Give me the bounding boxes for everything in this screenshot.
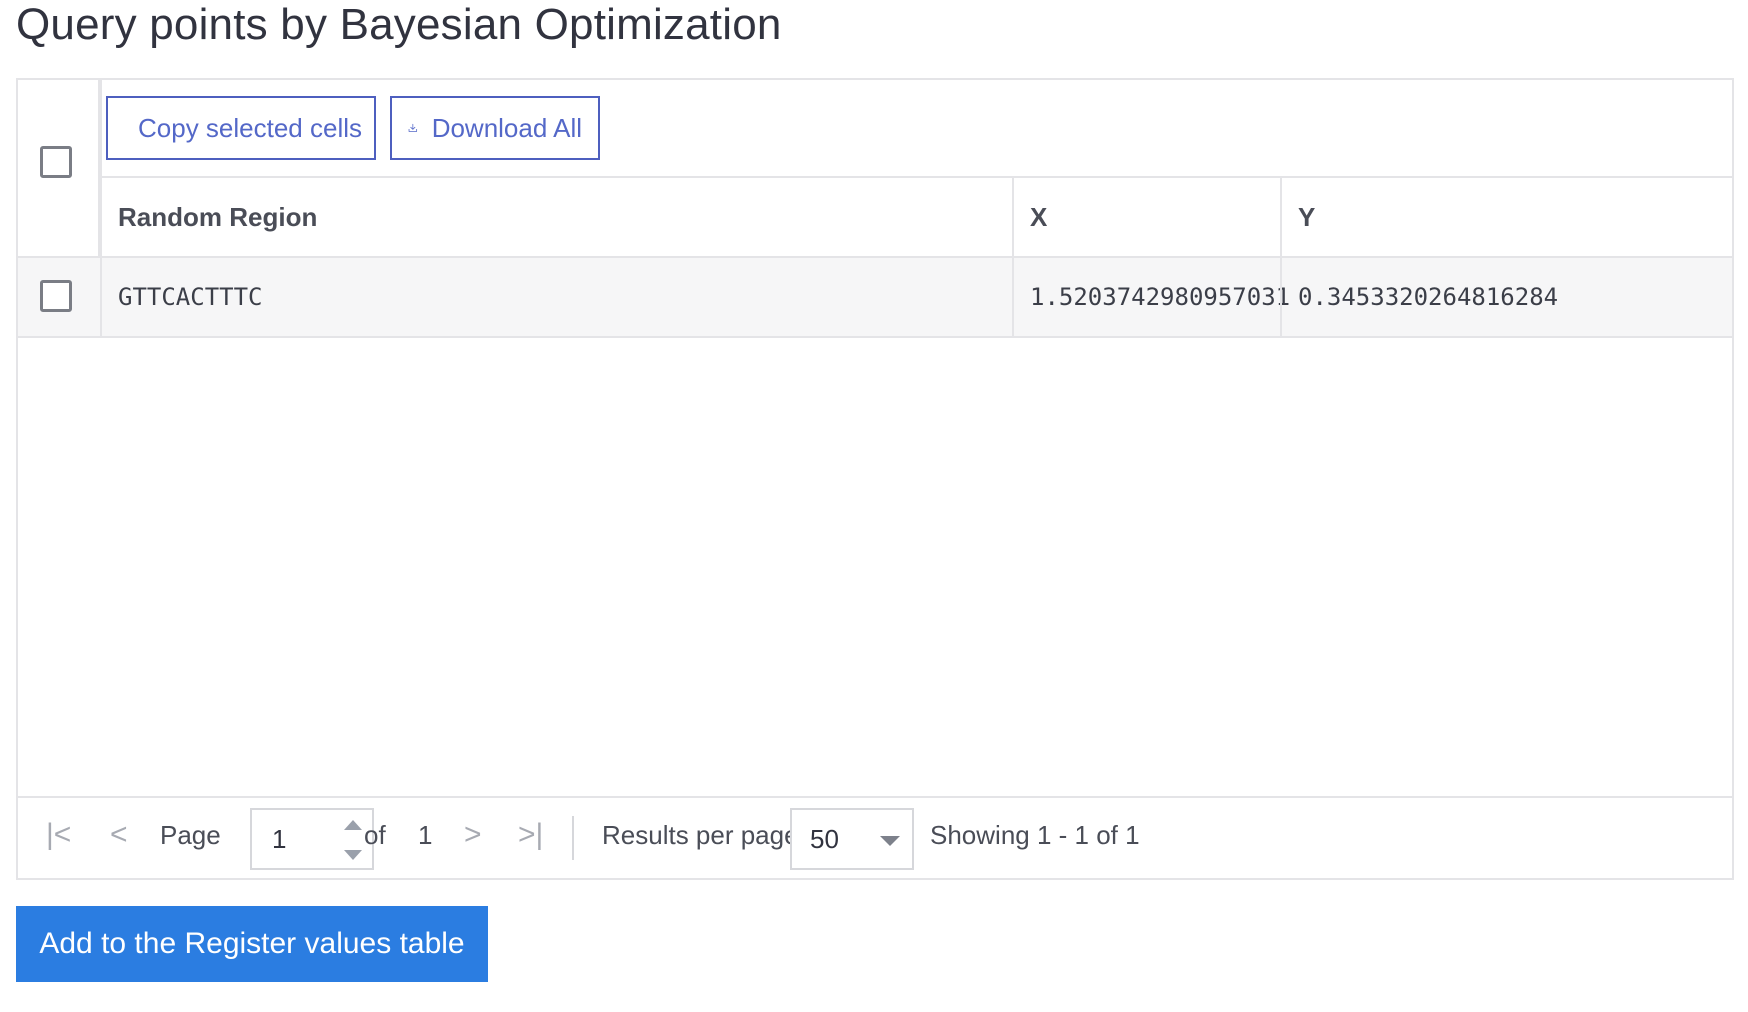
data-grid: Copy selected cells Download All Random …	[16, 78, 1734, 880]
column-header-label: Y	[1298, 201, 1316, 232]
grid-toolbar: Copy selected cells Download All	[102, 80, 1732, 178]
page-number-input[interactable]: 1	[250, 808, 374, 870]
page-label: Page	[160, 820, 221, 850]
column-header-y[interactable]: Y	[1282, 178, 1732, 258]
select-all-cell	[18, 80, 100, 258]
download-icon	[408, 123, 418, 132]
showing-count: Showing 1 - 1 of 1	[930, 820, 1140, 850]
cell-x[interactable]: 1.5203742980957031	[1014, 258, 1290, 336]
first-page-icon[interactable]: |<	[46, 818, 71, 852]
cell-random-region[interactable]: GTTCACTTTC	[102, 258, 1014, 336]
page-stepper[interactable]	[342, 816, 364, 864]
column-divider	[100, 80, 102, 338]
add-to-register-values-button[interactable]: Add to the Register values table	[16, 906, 488, 982]
column-divider	[1012, 178, 1014, 338]
of-label: of	[364, 820, 386, 850]
next-page-icon[interactable]: >	[464, 818, 482, 852]
results-per-page-value: 50	[810, 823, 839, 854]
copy-selected-cells-button[interactable]: Copy selected cells	[106, 96, 376, 160]
page-title: Query points by Bayesian Optimization	[16, 0, 782, 49]
table-row[interactable]: GTTCACTTTC 1.5203742980957031 0.34533202…	[18, 258, 1732, 338]
column-header-x[interactable]: X	[1014, 178, 1282, 258]
results-per-page-label: Results per page	[602, 820, 799, 850]
prev-page-icon[interactable]: <	[110, 818, 128, 852]
column-header-label: Random Region	[118, 201, 318, 232]
chevron-down-icon[interactable]	[344, 850, 362, 860]
chevron-down-icon	[880, 836, 900, 846]
download-all-button[interactable]: Download All	[390, 96, 600, 160]
column-header-random-region[interactable]: Random Region	[102, 178, 1014, 258]
row-select-checkbox[interactable]	[40, 280, 72, 312]
pagination-divider	[572, 816, 574, 860]
page-number-value: 1	[272, 823, 287, 854]
download-button-label: Download All	[431, 112, 582, 143]
last-page-icon[interactable]: >|	[518, 818, 543, 852]
column-header-label: X	[1030, 201, 1048, 232]
results-per-page-select[interactable]: 50	[790, 808, 914, 870]
select-all-checkbox[interactable]	[40, 146, 72, 178]
total-pages: 1	[418, 820, 433, 850]
pagination-bar: |< < Page 1 of 1 > >| Results per page 5…	[18, 796, 1732, 878]
cell-y[interactable]: 0.3453320264816284	[1282, 258, 1734, 336]
chevron-up-icon[interactable]	[344, 820, 362, 830]
column-divider	[1280, 178, 1282, 338]
copy-button-label: Copy selected cells	[138, 112, 362, 143]
